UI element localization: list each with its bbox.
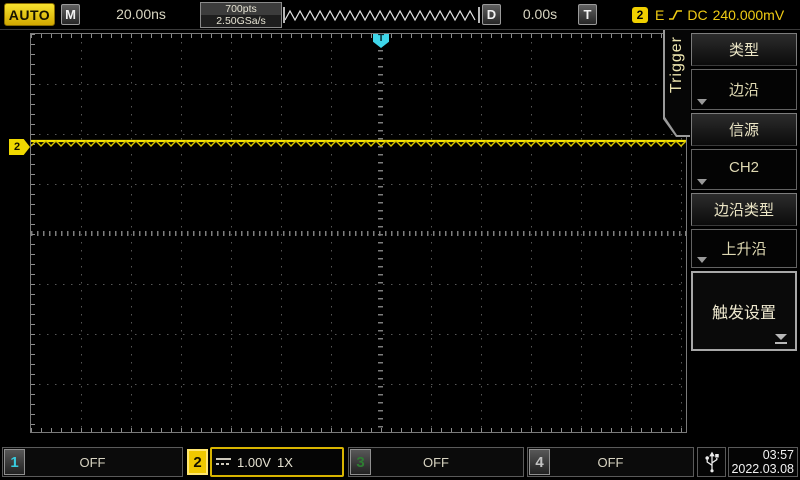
channel2-cell[interactable]: 2 1.00V 1X xyxy=(186,447,346,477)
run-state-badge[interactable]: AUTO xyxy=(4,3,55,26)
left-edge-ticks xyxy=(31,34,35,432)
usb-status-box xyxy=(697,447,726,477)
dropdown-arrow-icon xyxy=(697,99,707,105)
menu-item-source-value[interactable]: CH2 xyxy=(691,149,797,190)
top-edge-ticks xyxy=(31,34,686,38)
horizontal-menu-button[interactable]: M xyxy=(61,4,80,25)
trigger-source-badge: 2 xyxy=(632,7,648,23)
menu-item-type-value[interactable]: 边沿 xyxy=(691,69,797,110)
graticule: T xyxy=(30,33,687,433)
menu-item-edge-type-header[interactable]: 边沿类型 xyxy=(691,193,797,226)
menu-item-source-header[interactable]: 信源 xyxy=(691,113,797,146)
preview-right-bracket xyxy=(478,7,480,23)
sample-rate-label: 2.50GSa/s xyxy=(201,15,281,27)
channel1-status: OFF xyxy=(3,455,182,470)
menu-item-trigger-settings-label: 触发设置 xyxy=(712,299,776,323)
trigger-type-prefix: E xyxy=(655,7,664,23)
channel1-cell[interactable]: 1 OFF xyxy=(2,447,183,477)
preview-left-bracket xyxy=(283,7,285,23)
channel3-status: OFF xyxy=(349,455,523,470)
time-label: 03:57 xyxy=(763,448,794,462)
channel4-cell[interactable]: 4 OFF xyxy=(527,447,694,477)
clock-box: 03:57 2022.03.08 xyxy=(728,447,798,477)
dropdown-arrow-icon xyxy=(697,179,707,185)
horizontal-gridline xyxy=(31,384,686,385)
waveform-preview-strip[interactable] xyxy=(283,7,480,23)
dc-coupling-icon xyxy=(216,458,231,467)
channel2-scale: 1.00V xyxy=(237,455,271,470)
submenu-more-icon xyxy=(775,334,787,344)
trigger-coupling-label: DC xyxy=(687,7,707,23)
horizontal-gridline xyxy=(31,284,686,285)
rising-edge-icon xyxy=(669,9,682,21)
bottom-edge-ticks xyxy=(31,428,686,432)
acquisition-info-box: 700pts 2.50GSa/s xyxy=(200,2,282,28)
center-horizontal-gridline xyxy=(31,231,686,236)
oscilloscope-screen: AUTO M 20.00ns 700pts 2.50GSa/s D 0.00s … xyxy=(0,0,800,480)
trigger-tab-label: Trigger xyxy=(668,36,686,93)
trigger-side-menu: 类型 边沿 信源 CH2 边沿类型 上升沿 触发设置 xyxy=(690,30,800,444)
menu-item-type-header[interactable]: 类型 xyxy=(691,33,797,66)
horizontal-gridline xyxy=(31,134,686,135)
menu-item-source-value-label: CH2 xyxy=(729,159,759,176)
dropdown-arrow-icon xyxy=(697,257,707,263)
channel3-cell[interactable]: 3 OFF xyxy=(348,447,524,477)
timebase-readout: 20.00ns xyxy=(85,6,197,22)
top-status-bar: AUTO M 20.00ns 700pts 2.50GSa/s D 0.00s … xyxy=(0,0,800,30)
trigger-menu-button[interactable]: T xyxy=(578,4,597,25)
channel2-value-box: 1.00V 1X xyxy=(210,447,344,477)
menu-item-edge-value-label: 上升沿 xyxy=(721,238,766,259)
channel4-status: OFF xyxy=(528,455,693,470)
channel2-probe: 1X xyxy=(277,455,293,470)
menu-item-type-value-label: 边沿 xyxy=(729,79,759,100)
trigger-position-marker[interactable]: T xyxy=(373,34,389,48)
trigger-readout: E DC 240.000mV xyxy=(655,6,784,24)
delay-button[interactable]: D xyxy=(482,4,501,25)
menu-item-trigger-settings[interactable]: 触发设置 xyxy=(691,271,797,351)
memory-depth-label: 700pts xyxy=(201,3,281,15)
trigger-level-value: 240.000mV xyxy=(713,7,785,23)
menu-item-edge-value[interactable]: 上升沿 xyxy=(691,229,797,268)
delay-readout: 0.00s xyxy=(506,6,574,22)
channel-status-bar: 1 OFF 2 1.00V 1X 3 OFF 4 OFF xyxy=(0,446,800,478)
trigger-menu-tab[interactable]: Trigger xyxy=(663,30,692,137)
horizontal-gridline xyxy=(31,184,686,185)
horizontal-gridline xyxy=(31,334,686,335)
usb-icon xyxy=(704,450,720,474)
channel2-badge[interactable]: 2 xyxy=(187,449,208,475)
channel2-level-marker[interactable]: 2 xyxy=(9,139,30,155)
channel2-trace xyxy=(31,138,687,150)
preview-zigzag xyxy=(283,7,480,23)
date-label: 2022.03.08 xyxy=(731,462,794,476)
horizontal-gridline xyxy=(31,84,686,85)
